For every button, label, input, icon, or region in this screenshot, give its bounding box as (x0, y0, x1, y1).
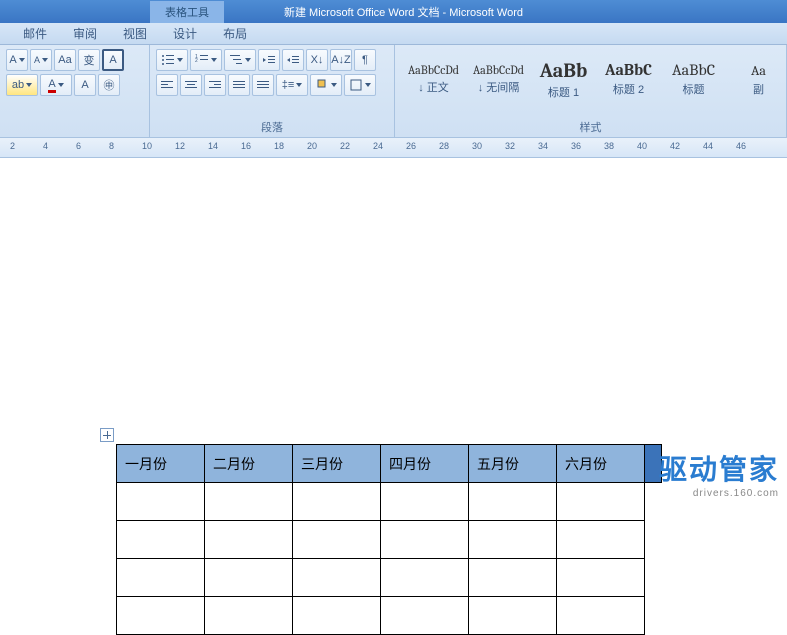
horizontal-ruler[interactable]: 2468101214161820222426283032343638404244… (0, 138, 787, 158)
text-direction-button[interactable]: X↓ (306, 49, 328, 71)
phonetic-guide-button[interactable]: 变 (78, 49, 100, 71)
table-cell[interactable] (293, 559, 381, 597)
table-cell[interactable] (469, 483, 557, 521)
justify-button[interactable] (228, 74, 250, 96)
numbering-button[interactable]: 12 (190, 49, 222, 71)
table-cell[interactable] (205, 483, 293, 521)
table-cell[interactable] (381, 597, 469, 635)
line-spacing-button[interactable]: ‡≡ (276, 74, 308, 96)
table-cell[interactable] (557, 597, 645, 635)
align-right-button[interactable] (204, 74, 226, 96)
table-move-handle[interactable] (100, 428, 114, 442)
table-header-cell[interactable]: 四月份 (381, 445, 469, 483)
increase-indent-button[interactable] (282, 49, 304, 71)
table-cell[interactable] (469, 521, 557, 559)
styles-group-label: 样式 (395, 119, 786, 135)
table-cell[interactable] (293, 483, 381, 521)
watermark-sub: drivers.160.com (659, 488, 779, 499)
character-shading-button[interactable]: A (74, 74, 96, 96)
grow-font-button[interactable]: A (6, 49, 28, 71)
svg-text:2: 2 (195, 58, 198, 64)
table-header-cell[interactable]: 三月份 (293, 445, 381, 483)
change-case-button[interactable]: Aa (54, 49, 76, 71)
contextual-tab-group: 表格工具 (150, 1, 224, 23)
ribbon-tabs: 邮件 审阅 视图 设计 布局 (0, 23, 787, 45)
sort-button[interactable]: A↓Z (330, 49, 352, 71)
watermark: 驱动管家 drivers.160.com (659, 448, 779, 499)
tab-design[interactable]: 设计 (160, 25, 210, 42)
table-cell[interactable] (205, 597, 293, 635)
title-bar: 表格工具 新建 Microsoft Office Word 文档 - Micro… (0, 0, 787, 23)
shading-button[interactable] (310, 74, 342, 96)
table-header-cell[interactable]: 五月份 (469, 445, 557, 483)
font-color-button[interactable]: A (40, 74, 72, 96)
ribbon: A A Aa 变 A ab A A ㊥ 12 X↓ A↓Z ¶ (0, 45, 787, 138)
table-cell[interactable] (557, 521, 645, 559)
document-title: 新建 Microsoft Office Word 文档 - Microsoft … (284, 4, 523, 20)
style-option-3[interactable]: AaBbC标题 2 (596, 49, 661, 109)
table-cell[interactable] (117, 521, 205, 559)
table-cell[interactable] (293, 521, 381, 559)
style-option-2[interactable]: AaBb标题 1 (531, 49, 596, 109)
paragraph-group-label: 段落 (150, 119, 394, 135)
table-cell[interactable] (117, 597, 205, 635)
highlight-button[interactable]: ab (6, 74, 38, 96)
character-border-button[interactable]: A (102, 49, 124, 71)
style-option-4[interactable]: AaBbC标题 (661, 49, 726, 109)
show-marks-button[interactable]: ¶ (354, 49, 376, 71)
table-cell[interactable] (469, 559, 557, 597)
table-cell[interactable] (205, 559, 293, 597)
styles-group: AaBbCcDd↓ 正文AaBbCcDd↓ 无间隔AaBb标题 1AaBbC标题… (395, 45, 787, 137)
table-header-cell[interactable]: 一月份 (117, 445, 205, 483)
table-cell[interactable] (381, 521, 469, 559)
style-option-0[interactable]: AaBbCcDd↓ 正文 (401, 49, 466, 109)
tab-layout[interactable]: 布局 (210, 25, 260, 42)
tab-mail[interactable]: 邮件 (10, 25, 60, 42)
table-cell[interactable] (205, 521, 293, 559)
table-header-cell[interactable]: 二月份 (205, 445, 293, 483)
table-cell[interactable] (117, 559, 205, 597)
style-option-1[interactable]: AaBbCcDd↓ 无间隔 (466, 49, 531, 109)
table-cell[interactable] (381, 559, 469, 597)
watermark-main: 驱动管家 (659, 448, 779, 488)
table-cell[interactable] (293, 597, 381, 635)
tab-review[interactable]: 审阅 (60, 25, 110, 42)
table-cell[interactable] (469, 597, 557, 635)
table-cell[interactable] (557, 559, 645, 597)
paragraph-group: 12 X↓ A↓Z ¶ ‡≡ 段落 (150, 45, 395, 137)
shrink-font-button[interactable]: A (30, 49, 52, 71)
bullets-button[interactable] (156, 49, 188, 71)
table-cell[interactable] (557, 483, 645, 521)
align-left-button[interactable] (156, 74, 178, 96)
table-cell[interactable] (381, 483, 469, 521)
multilevel-list-button[interactable] (224, 49, 256, 71)
table-header-cell[interactable]: 六月份 (557, 445, 645, 483)
enclose-characters-button[interactable]: ㊥ (98, 74, 120, 96)
table-cell[interactable] (117, 483, 205, 521)
distributed-button[interactable] (252, 74, 274, 96)
decrease-indent-button[interactable] (258, 49, 280, 71)
borders-button[interactable] (344, 74, 376, 96)
document-table[interactable]: 一月份二月份三月份四月份五月份六月份 (116, 444, 662, 635)
tab-view[interactable]: 视图 (110, 25, 160, 42)
style-option-5[interactable]: Aa副 (726, 49, 787, 109)
align-center-button[interactable] (180, 74, 202, 96)
font-group: A A Aa 变 A ab A A ㊥ (0, 45, 150, 137)
